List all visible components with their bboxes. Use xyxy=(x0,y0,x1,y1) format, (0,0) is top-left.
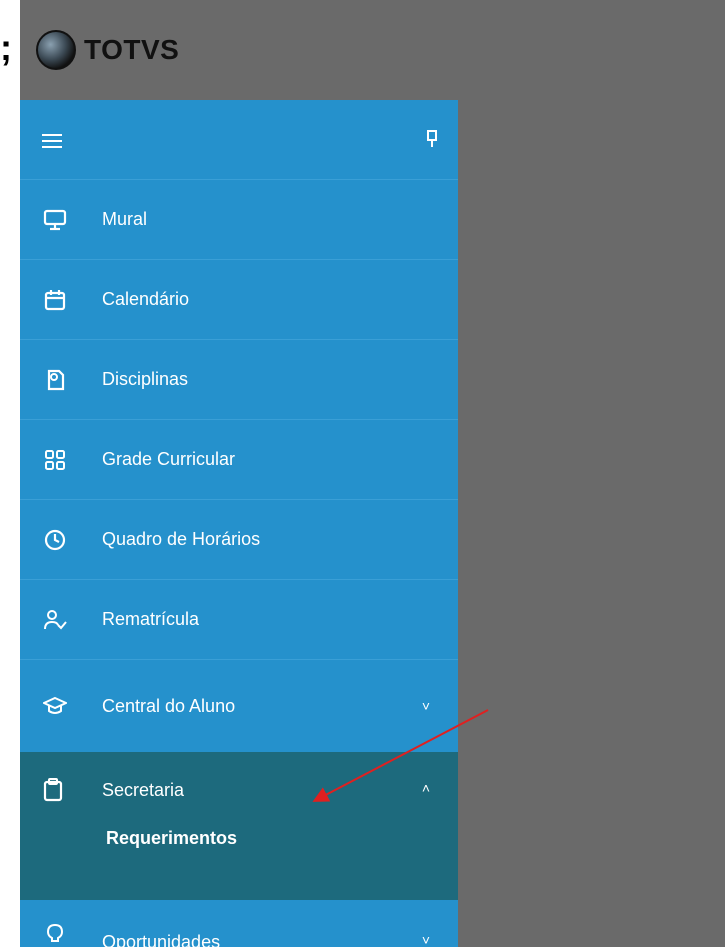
sidebar-item-mural[interactable]: Mural xyxy=(20,180,458,260)
left-margin: ; xyxy=(0,0,20,947)
sidebar-item-rematricula[interactable]: Rematrícula xyxy=(20,580,458,660)
sidebar-item-label: Mural xyxy=(102,209,148,229)
user-check-icon xyxy=(42,607,68,633)
submenu-item-requerimentos[interactable]: Requerimentos xyxy=(106,828,237,849)
chevron-up-icon[interactable]: ˄ xyxy=(418,780,434,796)
sidebar-item-disciplinas[interactable]: Disciplinas xyxy=(20,340,458,420)
sidebar-item-central-do-aluno[interactable]: Central do Aluno ˅ xyxy=(20,660,458,752)
app-window: TOTVS Mural Calendário Disciplinas Grade… xyxy=(20,0,725,947)
chevron-down-icon[interactable]: ˅ xyxy=(418,698,434,714)
clock-icon xyxy=(42,527,68,553)
grid-icon xyxy=(42,447,68,473)
clipboard-icon xyxy=(42,778,68,804)
sidebar: Mural Calendário Disciplinas Grade Curri… xyxy=(20,100,458,947)
sidebar-header xyxy=(20,100,458,180)
logo-icon xyxy=(36,30,76,70)
sidebar-item-quadro-de-horarios[interactable]: Quadro de Horários xyxy=(20,500,458,580)
brand-name: TOTVS xyxy=(84,34,180,65)
sidebar-item-grade-curricular[interactable]: Grade Curricular xyxy=(20,420,458,500)
sidebar-item-label: Oportunidades xyxy=(102,932,221,947)
top-bar: TOTVS xyxy=(20,0,725,100)
calendar-icon xyxy=(42,287,68,313)
sidebar-item-label: Grade Curricular xyxy=(102,449,236,469)
sidebar-item-label: Rematrícula xyxy=(102,609,200,629)
book-icon xyxy=(42,367,68,393)
margin-glyph: ; xyxy=(0,27,12,68)
monitor-icon xyxy=(42,207,68,233)
sidebar-item-label: Central do Aluno xyxy=(102,695,236,716)
menu-icon[interactable] xyxy=(42,134,62,148)
sidebar-item-calendario[interactable]: Calendário xyxy=(20,260,458,340)
sidebar-item-oportunidades[interactable]: Oportunidades ˅ xyxy=(20,900,458,947)
chevron-down-icon[interactable]: ˅ xyxy=(418,932,434,947)
sidebar-item-label: Disciplinas xyxy=(102,369,189,389)
sidebar-item-label: Quadro de Horários xyxy=(102,529,261,549)
brand-logo[interactable]: TOTVS xyxy=(36,30,179,70)
sidebar-item-label: Secretaria xyxy=(102,780,185,800)
pin-icon[interactable] xyxy=(426,130,438,148)
sidebar-item-label: Calendário xyxy=(102,289,190,309)
sidebar-item-secretaria[interactable]: Secretaria ˄ Requerimentos xyxy=(20,752,458,900)
lightbulb-icon xyxy=(42,922,68,947)
graduation-cap-icon xyxy=(42,693,68,719)
